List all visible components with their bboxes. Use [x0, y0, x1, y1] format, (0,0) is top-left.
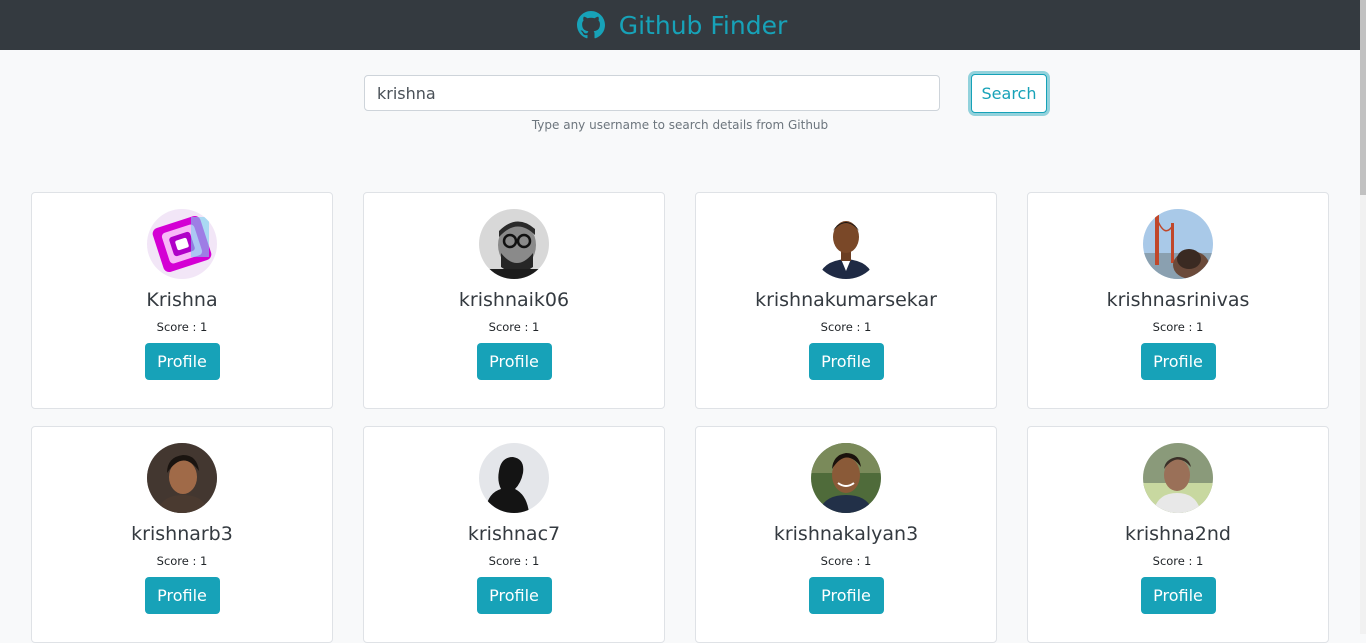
user-score: Score : 1	[156, 554, 208, 568]
github-icon	[576, 11, 605, 39]
profile-button[interactable]: Profile	[1140, 343, 1216, 380]
user-score: Score : 1	[820, 554, 872, 568]
user-card: krishnakumarsekar Score : 1 Profile	[695, 192, 997, 409]
user-login: krishnakalyan3	[773, 523, 919, 545]
search-input[interactable]	[364, 75, 940, 111]
page-scrollbar[interactable]	[1360, 0, 1366, 634]
profile-button[interactable]: Profile	[144, 577, 220, 614]
brand[interactable]: Github Finder	[576, 10, 788, 40]
user-score: Score : 1	[488, 320, 540, 334]
user-login: krishnac7	[467, 523, 561, 545]
profile-button[interactable]: Profile	[808, 343, 884, 380]
user-score: Score : 1	[156, 320, 208, 334]
user-avatar	[479, 209, 549, 279]
user-score: Score : 1	[820, 320, 872, 334]
user-card: krishnasrinivas Score : 1 Profile	[1027, 192, 1329, 409]
user-login: Krishna	[146, 289, 218, 311]
user-score: Score : 1	[1152, 554, 1204, 568]
results-grid: Krishna Score : 1 Profile krishnaik06 Sc…	[31, 192, 1330, 643]
user-score: Score : 1	[1152, 320, 1204, 334]
user-avatar	[479, 443, 549, 513]
user-avatar	[147, 209, 217, 279]
profile-button[interactable]: Profile	[476, 343, 552, 380]
profile-button[interactable]: Profile	[808, 577, 884, 614]
user-card: krishnarb3 Score : 1 Profile	[31, 426, 333, 643]
user-card: krishnaik06 Score : 1 Profile	[363, 192, 665, 409]
profile-button[interactable]: Profile	[1140, 577, 1216, 614]
user-avatar	[811, 209, 881, 279]
app-title: Github Finder	[618, 10, 788, 40]
user-login: krishnasrinivas	[1106, 289, 1250, 311]
user-avatar	[147, 443, 217, 513]
search-button[interactable]: Search	[971, 74, 1047, 113]
user-score: Score : 1	[488, 554, 540, 568]
user-login: krishnakumarsekar	[755, 289, 937, 311]
scrollbar-thumb[interactable]	[1360, 0, 1366, 195]
user-avatar	[1143, 209, 1213, 279]
navbar: Github Finder	[0, 0, 1360, 50]
user-card: krishnac7 Score : 1 Profile	[363, 426, 665, 643]
search-help-text: Type any username to search details from…	[531, 118, 829, 132]
user-avatar	[811, 443, 881, 513]
user-login: krishna2nd	[1125, 523, 1231, 545]
user-login: krishnarb3	[131, 523, 233, 545]
profile-button[interactable]: Profile	[476, 577, 552, 614]
user-card: krishnakalyan3 Score : 1 Profile	[695, 426, 997, 643]
profile-button[interactable]: Profile	[144, 343, 220, 380]
user-login: krishnaik06	[458, 289, 570, 311]
user-card: Krishna Score : 1 Profile	[31, 192, 333, 409]
user-avatar	[1143, 443, 1213, 513]
user-card: krishna2nd Score : 1 Profile	[1027, 426, 1329, 643]
